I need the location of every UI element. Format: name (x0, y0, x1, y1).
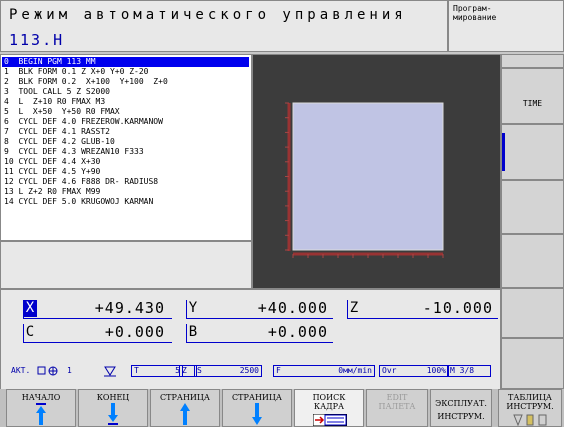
side-softkey-time[interactable]: TIME (501, 68, 564, 124)
softkey-edit-label-1: EDIT (386, 393, 408, 402)
y-axis-label: Y (188, 300, 198, 316)
feed-f-label: F (276, 366, 281, 375)
mode-header: Режим автоматического управления 113.H (0, 0, 448, 52)
softkey-end-label: КОНЕЦ (96, 393, 130, 402)
side-softkey-bar: TIME (501, 54, 564, 389)
softkey-end[interactable]: КОНЕЦ (78, 389, 148, 427)
softkey-tool-table-label-1: ТАБЛИЦА (508, 393, 552, 402)
program-line[interactable]: 7 CYCL DEF 4.1 RASST2 (2, 127, 249, 137)
softkey-page-up[interactable]: СТРАНИЦА (150, 389, 220, 427)
b-axis-label: B (188, 324, 198, 340)
program-line[interactable]: 13 L Z+2 R0 FMAX M99 (2, 187, 249, 197)
graphics-view (252, 54, 501, 289)
program-line[interactable]: 0 BEGIN PGM 113 MM (2, 57, 249, 67)
arrow-up-icon (180, 403, 190, 425)
message-panel (0, 241, 252, 289)
program-line[interactable]: 14 CYCL DEF 5.0 KRUGOWOJ KARMAN (2, 197, 249, 207)
arrow-down-bar-icon (108, 403, 118, 425)
spindle-s-value: 2500 (239, 366, 259, 375)
spindle-s-label: S (197, 366, 202, 375)
softkey-page-down-label: СТРАНИЦА (232, 393, 282, 402)
override-label: Ovr (382, 366, 397, 375)
arrow-down-icon (252, 403, 262, 425)
program-line[interactable]: 3 TOOL CALL 5 Z S2000 (2, 87, 249, 97)
active-tool-number: 1 (67, 366, 72, 375)
time-softkey-label: TIME (522, 99, 543, 108)
softkey-edit-pallet[interactable]: EDIT ПАЛЕТА (366, 389, 428, 427)
status-row: АКТ. 1 T 5 Z S 2500 F 0мм/min Ovr 100% M… (1, 364, 502, 378)
softkey-page-up-label: СТРАНИЦА (160, 393, 210, 402)
side-softkey-blank-0[interactable] (501, 54, 564, 68)
program-line[interactable]: 9 CYCL DEF 4.3 WREZAN10 F333 (2, 147, 249, 157)
workpiece-graphic (285, 102, 444, 258)
program-line[interactable]: 1 BLK FORM 0.1 Z X+0 Y+0 Z-20 (2, 67, 249, 77)
tool-t-label: T (134, 366, 139, 375)
softkey-block-scan-label-1: ПОИСК (312, 393, 346, 402)
softkey-page-down[interactable]: СТРАНИЦА (222, 389, 292, 427)
program-line[interactable]: 2 BLK FORM 0.2 X+100 Y+100 Z+0 (2, 77, 249, 87)
x-axis-value: +49.430 (94, 299, 165, 317)
z-axis-value: -10.000 (422, 299, 493, 317)
tool-shape-icon (103, 364, 117, 378)
side-softkey-blank-1[interactable] (501, 124, 564, 180)
mode-title: Режим автоматического управления (9, 7, 407, 23)
override-field: Ovr 100% (379, 365, 449, 377)
softkey-block-scan[interactable]: ПОИСК КАДРА (294, 389, 364, 427)
y-axis-value: +40.000 (257, 299, 328, 317)
bottom-softkey-bar: НАЧАЛО КОНЕЦ СТРАНИЦА СТРАНИЦА ПОИСК КАД… (0, 389, 564, 427)
programming-mode-indicator[interactable]: Програм- мирование (448, 0, 564, 52)
side-softkey-blank-2[interactable] (501, 180, 564, 234)
softkey-begin[interactable]: НАЧАЛО (6, 389, 76, 427)
program-line[interactable]: 12 CYCL DEF 4.6 F888 DR- RADIUS8 (2, 177, 249, 187)
x-axis-label: X (23, 300, 37, 317)
softkey-tool-table[interactable]: ТАБЛИЦА ИНСТРУМ. (498, 389, 562, 427)
program-line[interactable]: 10 CYCL DEF 4.4 X+30 (2, 157, 249, 167)
programming-mode-label-1: Програм- (453, 4, 492, 13)
tool-holder-icon (37, 364, 59, 378)
softkey-tool-usage-label-2: ИНСТРУМ. (437, 412, 485, 421)
program-line[interactable]: 5 L X+50 Y+50 R0 FMAX (2, 107, 249, 117)
c-axis-label: C (25, 324, 35, 340)
programming-mode-label-2: мирование (453, 13, 497, 22)
b-axis-value: +0.000 (267, 323, 328, 341)
softkey-tool-table-label-2: ИНСТРУМ. (506, 402, 554, 411)
feed-field: F 0мм/min (273, 365, 375, 377)
m-function-field: M 3/8 (447, 365, 491, 377)
workpiece-blank (292, 102, 444, 251)
softkey-tool-usage-label-1: ЭКСПЛУАТ. (435, 399, 487, 408)
akt-label: АКТ. (11, 366, 31, 375)
override-value: 100% (426, 366, 446, 375)
feed-f-value: 0мм/min (338, 366, 372, 375)
program-line[interactable]: 11 CYCL DEF 4.5 Y+90 (2, 167, 249, 177)
z-axis-label: Z (349, 300, 359, 316)
arrow-up-bar-icon (36, 403, 46, 425)
program-line[interactable]: 6 CYCL DEF 4.0 FREZEROW.KARMANOW (2, 117, 249, 127)
block-scan-icon (313, 414, 347, 426)
spindle-field: S 2500 (194, 365, 262, 377)
program-line[interactable]: 4 L Z+10 R0 FMAX M3 (2, 97, 249, 107)
side-softkey-blank-3[interactable] (501, 234, 564, 288)
softkey-begin-label: НАЧАЛО (21, 393, 61, 402)
scroll-marker (502, 133, 505, 171)
tool-table-icon (513, 414, 547, 426)
program-file-name: 113.H (9, 31, 65, 49)
c-axis-value: +0.000 (104, 323, 165, 341)
program-listing[interactable]: 0 BEGIN PGM 113 MM 1 BLK FORM 0.1 Z X+0 Y… (0, 54, 252, 241)
softkey-tool-usage[interactable]: ЭКСПЛУАТ. ИНСТРУМ. (430, 389, 492, 427)
side-softkey-blank-5[interactable] (501, 338, 564, 389)
softkey-block-scan-label-2: КАДРА (313, 402, 345, 411)
softkey-edit-label-2: ПАЛЕТА (378, 402, 416, 411)
side-softkey-blank-4[interactable] (501, 288, 564, 338)
position-display: X +49.430 Y +40.000 Z -10.000 C +0.000 B… (0, 289, 501, 398)
program-line[interactable]: 8 CYCL DEF 4.2 GLUB-10 (2, 137, 249, 147)
tool-field: T 5 (131, 365, 183, 377)
